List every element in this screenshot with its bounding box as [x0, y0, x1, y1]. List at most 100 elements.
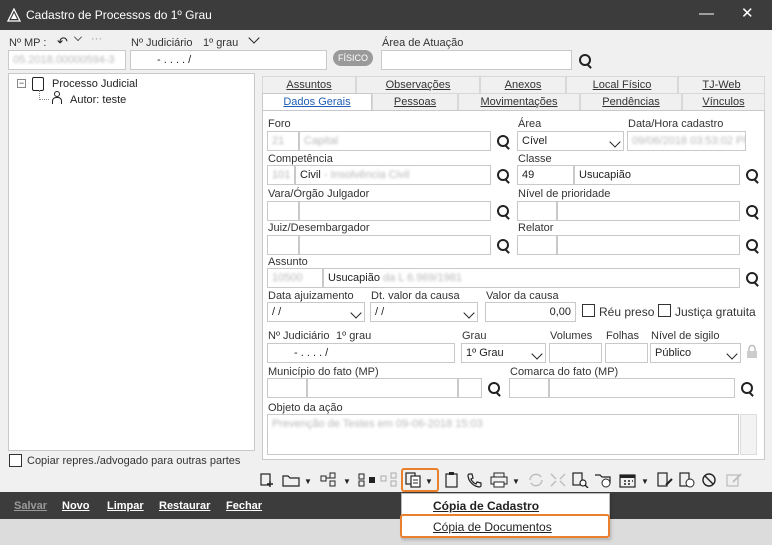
save-button[interactable]: Salvar — [14, 500, 47, 512]
objeto-scrollbar[interactable] — [740, 414, 757, 455]
tree-collapse-icon[interactable]: − — [17, 79, 26, 88]
assunto-name-input[interactable]: Usucapião da L 6.969/1981 — [323, 268, 740, 288]
juiz-name-input[interactable] — [299, 235, 491, 255]
tab-tj-web[interactable]: TJ-Web — [678, 76, 765, 93]
lock-icon — [747, 344, 757, 358]
area-atuacao-search-icon[interactable] — [578, 53, 594, 69]
document-clock-icon[interactable] — [678, 472, 696, 488]
folder-dropdown-icon[interactable]: ▼ — [304, 477, 312, 486]
prioridade-search-icon[interactable] — [745, 204, 761, 220]
tab-movimentacoes[interactable]: Movimentações — [458, 93, 580, 110]
folder-icon[interactable] — [282, 472, 300, 488]
relator-code-input[interactable] — [517, 235, 557, 255]
dt-valor-causa-input[interactable]: / / — [370, 302, 478, 322]
classe-name-input[interactable]: Usucapião — [574, 165, 740, 185]
comarca-name-input[interactable] — [549, 378, 735, 398]
document-search-icon[interactable] — [571, 472, 589, 488]
close-form-button[interactable]: Fechar — [226, 500, 262, 512]
minimize-button[interactable]: — — [699, 6, 714, 22]
assunto-search-icon[interactable] — [745, 271, 761, 287]
tree-root-label[interactable]: Processo Judicial — [52, 78, 138, 90]
reu-preso-checkbox[interactable] — [582, 304, 595, 317]
volumes-input[interactable] — [549, 343, 602, 363]
vara-code-input[interactable] — [267, 201, 299, 221]
menu-copia-cadastro[interactable]: Cópia de Cadastro — [402, 496, 611, 516]
restore-button[interactable]: Restaurar — [159, 500, 210, 512]
print-icon[interactable] — [490, 472, 508, 488]
folhas-input[interactable] — [605, 343, 648, 363]
nmp-input[interactable]: 05.2018.00000594-3 — [8, 50, 126, 70]
nj2-input[interactable]: - . . . . / — [267, 343, 455, 363]
foro-code-input[interactable]: 21 — [267, 131, 299, 151]
copy-representative-label: Copiar repres./advogado para outras part… — [27, 455, 241, 467]
document-edit-icon[interactable] — [656, 472, 674, 488]
tab-pendencias[interactable]: Pendências — [580, 93, 682, 110]
split-dropdown-icon[interactable]: ▼ — [343, 477, 351, 486]
objeto-textarea[interactable]: Prevenção de Testes em 09-06-2018 15:03 — [267, 414, 739, 455]
prioridade-code-input[interactable] — [517, 201, 557, 221]
tab-anexos[interactable]: Anexos — [480, 76, 566, 93]
foro-search-icon[interactable] — [496, 134, 512, 150]
data-ajuizamento-input[interactable]: / / — [267, 302, 365, 322]
competencia-code-input[interactable]: 101 — [267, 165, 295, 185]
relator-label: Relator — [518, 222, 554, 234]
relator-name-input[interactable] — [557, 235, 740, 255]
area-select[interactable]: Cível — [517, 131, 624, 151]
nmp-label: Nº MP : — [9, 37, 47, 49]
justica-gratuita-checkbox[interactable] — [658, 304, 671, 317]
competencia-label: Competência — [268, 153, 333, 165]
assunto-code-input[interactable]: 10500 — [267, 268, 323, 288]
municipio-code-input[interactable] — [267, 378, 307, 398]
data-ajuizamento-label: Data ajuizamento — [268, 290, 354, 302]
tab-local-fisico[interactable]: Local Físico — [566, 76, 678, 93]
nj-input[interactable]: - . . . . / — [130, 50, 327, 70]
comarca-code-input[interactable] — [509, 378, 549, 398]
print-dropdown-icon[interactable]: ▼ — [512, 477, 520, 486]
valor-causa-label: Valor da causa — [486, 290, 559, 302]
relator-search-icon[interactable] — [745, 238, 761, 254]
foro-name-input[interactable]: Capital — [299, 131, 491, 151]
window-title: Cadastro de Processos do 1º Grau — [26, 8, 212, 22]
vara-search-icon[interactable] — [496, 204, 512, 220]
undo-icon[interactable]: ↶ — [57, 34, 68, 50]
block-icon[interactable] — [701, 472, 719, 488]
competencia-search-icon[interactable] — [496, 168, 512, 184]
tab-vinculos[interactable]: Vínculos — [682, 93, 765, 110]
split-icon[interactable] — [320, 472, 338, 488]
folder-clock-icon[interactable] — [594, 472, 612, 488]
competencia-name-input[interactable]: Civil - Insolvência Civil — [295, 165, 491, 185]
calendar-dropdown-icon[interactable]: ▼ — [641, 477, 649, 486]
clear-button[interactable]: Limpar — [107, 500, 144, 512]
nj-grau-dropdown-icon[interactable] — [248, 32, 260, 44]
classe-search-icon[interactable] — [745, 168, 761, 184]
juiz-code-input[interactable] — [267, 235, 299, 255]
tab-pessoas[interactable]: Pessoas — [372, 93, 458, 110]
grau-select[interactable]: 1º Grau — [461, 343, 546, 363]
prioridade-name-input[interactable] — [557, 201, 740, 221]
copy-representative-checkbox[interactable] — [9, 454, 22, 467]
tab-assuntos[interactable]: Assuntos — [262, 76, 356, 93]
add-document-icon[interactable] — [258, 472, 276, 488]
phone-icon[interactable] — [466, 472, 484, 488]
valor-causa-input[interactable]: 0,00 — [485, 302, 576, 322]
tree-child-label[interactable]: Autor: teste — [70, 94, 126, 106]
calendar-icon[interactable] — [619, 472, 637, 488]
tab-observacoes[interactable]: Observações — [356, 76, 480, 93]
tab-dados-gerais[interactable]: Dados Gerais — [262, 93, 372, 111]
sigilo-select[interactable]: Público — [650, 343, 741, 363]
juiz-search-icon[interactable] — [496, 238, 512, 254]
municipio-name-input[interactable] — [307, 378, 458, 398]
undo-dropdown-icon[interactable] — [74, 33, 82, 41]
more-icon[interactable]: ··· — [91, 33, 102, 45]
comarca-search-icon[interactable] — [740, 381, 756, 397]
area-atuacao-input[interactable] — [381, 50, 572, 70]
merge-icon[interactable] — [358, 472, 376, 488]
municipio-uf-input[interactable] — [458, 378, 482, 398]
clipboard-icon[interactable] — [443, 472, 461, 488]
new-button[interactable]: Novo — [62, 500, 90, 512]
nj2-grau-label: 1º grau — [336, 330, 372, 342]
classe-code-input[interactable]: 49 — [517, 165, 574, 185]
municipio-search-icon[interactable] — [487, 381, 503, 397]
vara-name-input[interactable] — [299, 201, 491, 221]
close-button[interactable]: ✕ — [741, 6, 754, 22]
